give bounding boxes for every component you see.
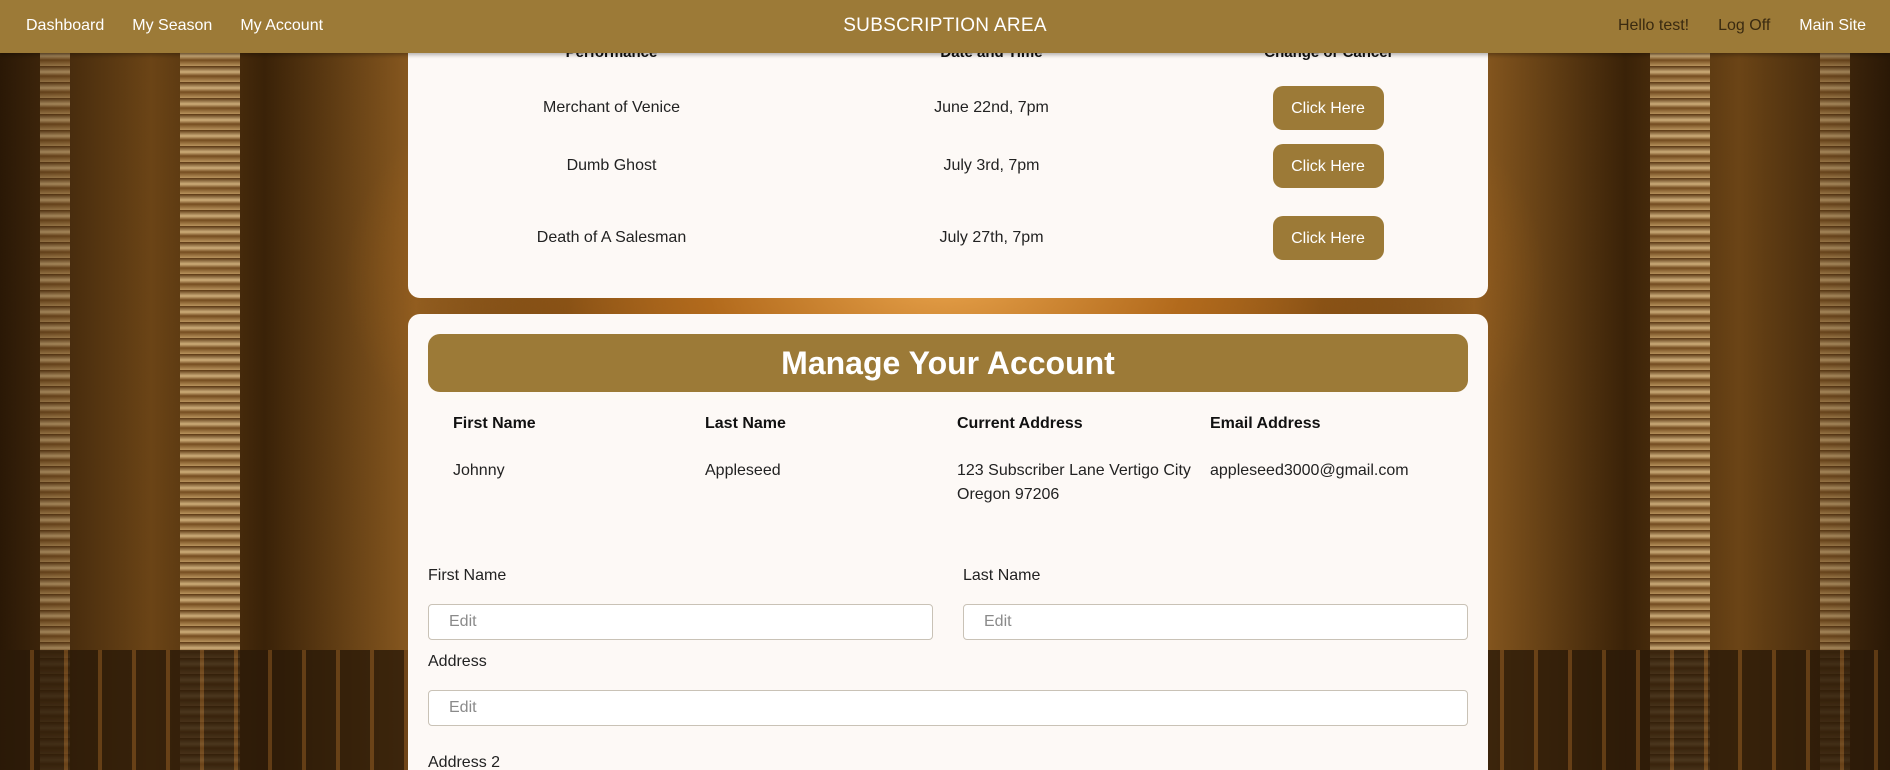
column-header-first-name: First Name	[453, 415, 536, 432]
performances-card: Performance Date and Time Change or Canc…	[408, 20, 1488, 298]
address-input[interactable]	[428, 690, 1468, 726]
column-header-last-name: Last Name	[705, 415, 786, 432]
manage-account-heading: Manage Your Account	[428, 334, 1468, 392]
table-row: Merchant of Venice June 22nd, 7pm Click …	[408, 86, 1488, 130]
last-name-label: Last Name	[963, 567, 1041, 584]
change-cancel-button[interactable]: Click Here	[1272, 216, 1384, 260]
address2-label: Address 2	[428, 754, 501, 770]
change-cancel-button[interactable]: Click Here	[1272, 86, 1384, 130]
performances-table-body: Merchant of Venice June 22nd, 7pm Click …	[408, 86, 1488, 274]
performance-title: Death of A Salesman	[536, 229, 687, 246]
logoff-link[interactable]: Log Off	[1718, 17, 1770, 35]
account-info-header: First Name Last Name Current Address Ema…	[453, 415, 1463, 433]
theatre-seats-decoration	[1470, 650, 1890, 770]
address-label: Address	[428, 653, 487, 670]
top-navbar: Dashboard My Season My Account SUBSCRIPT…	[0, 0, 1890, 53]
address-value: 123 Subscriber Lane Vertigo City Oregon …	[957, 462, 1191, 503]
manage-account-card: Manage Your Account First Name Last Name…	[408, 314, 1488, 770]
performance-title: Merchant of Venice	[543, 99, 680, 116]
nav-right-links: Hello test! Log Off Main Site	[1618, 17, 1866, 35]
performance-title: Dumb Ghost	[566, 157, 657, 174]
first-name-input[interactable]	[428, 604, 933, 640]
email-value: appleseed3000@gmail.com	[1210, 462, 1409, 479]
page-title: SUBSCRIPTION AREA	[843, 15, 1047, 36]
account-info-table: First Name Last Name Current Address Ema…	[453, 415, 1463, 507]
account-info-values: Johnny Appleseed 123 Subscriber Lane Ver…	[453, 459, 1463, 507]
column-header-current-address: Current Address	[957, 415, 1083, 432]
performance-date: June 22nd, 7pm	[934, 99, 1049, 116]
user-greeting: Hello test!	[1617, 17, 1690, 34]
first-name-value: Johnny	[453, 462, 505, 479]
column-header-email-address: Email Address	[1210, 415, 1321, 432]
table-row: Dumb Ghost July 3rd, 7pm Click Here	[408, 130, 1488, 202]
first-name-label: First Name	[428, 567, 507, 584]
last-name-input[interactable]	[963, 604, 1468, 640]
change-cancel-button[interactable]: Click Here	[1272, 144, 1384, 188]
table-row: Death of A Salesman July 27th, 7pm Click…	[408, 202, 1488, 274]
performance-date: July 27th, 7pm	[939, 229, 1044, 246]
last-name-value: Appleseed	[705, 462, 781, 479]
theatre-seats-decoration	[0, 650, 420, 770]
main-site-link[interactable]: Main Site	[1799, 17, 1866, 35]
performance-date: July 3rd, 7pm	[943, 157, 1040, 174]
